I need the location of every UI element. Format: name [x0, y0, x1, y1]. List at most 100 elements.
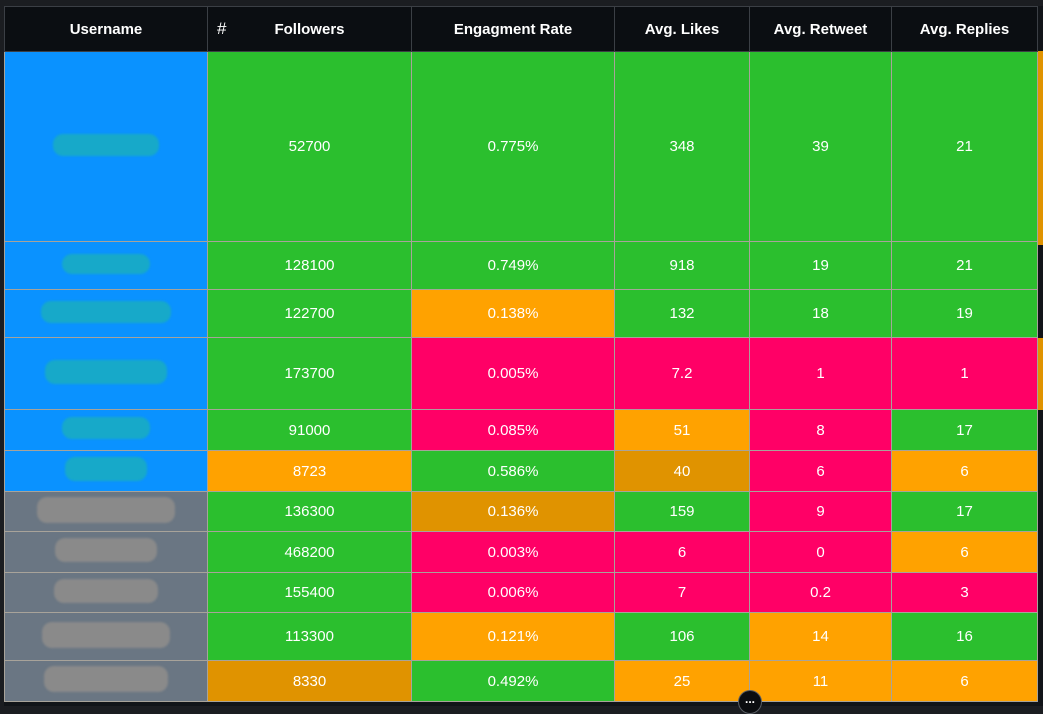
cell-retweet: 18 — [749, 289, 892, 338]
header-avg-replies[interactable]: Avg. Replies — [891, 6, 1038, 52]
header-engagement-rate[interactable]: Engagment Rate — [411, 6, 615, 52]
header-username[interactable]: Username — [4, 6, 208, 52]
cell-retweet: 9 — [749, 491, 892, 532]
cell-retweet: 39 — [749, 51, 892, 242]
cell-username[interactable] — [4, 450, 208, 492]
header-likes-label: Avg. Likes — [644, 20, 720, 38]
cell-replies: 3 — [891, 572, 1038, 613]
cell-engagement: 0.005% — [411, 337, 615, 410]
cell-retweet: 11 — [749, 660, 892, 702]
cell-engagement: 0.085% — [411, 409, 615, 451]
redacted-username — [65, 457, 147, 481]
cell-engagement: 0.586% — [411, 450, 615, 492]
cell-likes: 132 — [614, 289, 750, 338]
cell-retweet: 0 — [749, 531, 892, 573]
cell-followers: 122700 — [207, 289, 412, 338]
cell-engagement: 0.749% — [411, 241, 615, 290]
cell-followers: 8723 — [207, 450, 412, 492]
table-header-row: Username # Followers Engagment Rate Avg. … — [4, 6, 1038, 52]
table-row[interactable]: 468200 0.003% 6 0 6 — [4, 531, 1038, 573]
cell-likes: 106 — [614, 612, 750, 661]
cell-likes: 348 — [614, 51, 750, 242]
row-overflow-indicator — [1038, 51, 1043, 245]
cell-replies: 6 — [891, 660, 1038, 702]
table-body: 52700 0.775% 348 39 21 128100 0.749% 918 19 21 122… — [4, 51, 1038, 702]
cell-engagement: 0.006% — [411, 572, 615, 613]
cell-followers: 155400 — [207, 572, 412, 613]
redacted-username — [62, 253, 150, 274]
cell-replies: 17 — [891, 409, 1038, 451]
cell-username[interactable] — [4, 241, 208, 290]
cell-engagement: 0.136% — [411, 491, 615, 532]
cell-replies: 16 — [891, 612, 1038, 661]
cell-username[interactable] — [4, 409, 208, 451]
table-row[interactable]: 113300 0.121% 106 14 16 — [4, 612, 1038, 661]
cell-replies: 21 — [891, 51, 1038, 242]
cell-replies: 21 — [891, 241, 1038, 290]
cell-likes: 6 — [614, 531, 750, 573]
cell-username[interactable] — [4, 491, 208, 532]
cell-followers: 468200 — [207, 531, 412, 573]
redacted-username — [37, 496, 175, 523]
cell-likes: 40 — [614, 450, 750, 492]
cell-username[interactable] — [4, 572, 208, 613]
cell-likes: 159 — [614, 491, 750, 532]
cell-username[interactable] — [4, 660, 208, 702]
cell-replies: 6 — [891, 450, 1038, 492]
cell-username[interactable] — [4, 289, 208, 338]
table-row[interactable]: 8723 0.586% 40 6 6 — [4, 450, 1038, 492]
header-engagement-label: Engagment Rate — [453, 20, 573, 38]
cell-followers: 52700 — [207, 51, 412, 242]
header-retweet-label: Avg. Retweet — [773, 20, 868, 38]
table-row[interactable]: 91000 0.085% 51 8 17 — [4, 409, 1038, 451]
cell-followers: 113300 — [207, 612, 412, 661]
cell-engagement: 0.003% — [411, 531, 615, 573]
header-avg-likes[interactable]: Avg. Likes — [614, 6, 750, 52]
redacted-username — [55, 538, 157, 562]
redacted-username — [44, 666, 168, 692]
cell-followers: 91000 — [207, 409, 412, 451]
redacted-username — [62, 417, 150, 439]
data-table-frame: Username # Followers Engagment Rate Avg. … — [4, 6, 1043, 706]
cell-username[interactable] — [4, 612, 208, 661]
cell-username[interactable] — [4, 531, 208, 573]
cell-replies: 6 — [891, 531, 1038, 573]
creator-stats-table: Username # Followers Engagment Rate Avg. … — [4, 6, 1038, 702]
table-row[interactable]: 122700 0.138% 132 18 19 — [4, 289, 1038, 338]
cell-followers: 173700 — [207, 337, 412, 410]
more-options-button[interactable]: ... — [738, 690, 762, 714]
cell-retweet: 14 — [749, 612, 892, 661]
cell-replies: 17 — [891, 491, 1038, 532]
table-row[interactable]: 52700 0.775% 348 39 21 — [4, 51, 1038, 242]
table-row[interactable]: 136300 0.136% 159 9 17 — [4, 491, 1038, 532]
header-followers-label: Followers — [274, 20, 345, 38]
table-row[interactable]: 173700 0.005% 7.2 1 1 — [4, 337, 1038, 410]
cell-replies: 1 — [891, 337, 1038, 410]
cell-likes: 7.2 — [614, 337, 750, 410]
cell-engagement: 0.121% — [411, 612, 615, 661]
redacted-username — [54, 578, 158, 603]
redacted-username — [45, 359, 167, 384]
cell-retweet: 8 — [749, 409, 892, 451]
cell-followers: 136300 — [207, 491, 412, 532]
cell-replies: 19 — [891, 289, 1038, 338]
table-row[interactable]: 155400 0.006% 7 0.2 3 — [4, 572, 1038, 613]
table-row[interactable]: 128100 0.749% 918 19 21 — [4, 241, 1038, 290]
cell-retweet: 19 — [749, 241, 892, 290]
cell-username[interactable] — [4, 337, 208, 410]
cell-followers: 128100 — [207, 241, 412, 290]
cell-username[interactable] — [4, 51, 208, 242]
header-avg-retweet[interactable]: Avg. Retweet — [749, 6, 892, 52]
cell-likes: 25 — [614, 660, 750, 702]
redacted-username — [41, 300, 171, 323]
cell-retweet: 0.2 — [749, 572, 892, 613]
cell-engagement: 0.492% — [411, 660, 615, 702]
row-overflow-indicator — [1038, 338, 1043, 410]
table-row[interactable]: 8330 0.492% 25 11 6 — [4, 660, 1038, 702]
cell-engagement: 0.775% — [411, 51, 615, 242]
cell-followers: 8330 — [207, 660, 412, 702]
cell-retweet: 1 — [749, 337, 892, 410]
cell-likes: 918 — [614, 241, 750, 290]
redacted-username — [53, 133, 159, 156]
header-followers[interactable]: # Followers — [207, 6, 412, 52]
